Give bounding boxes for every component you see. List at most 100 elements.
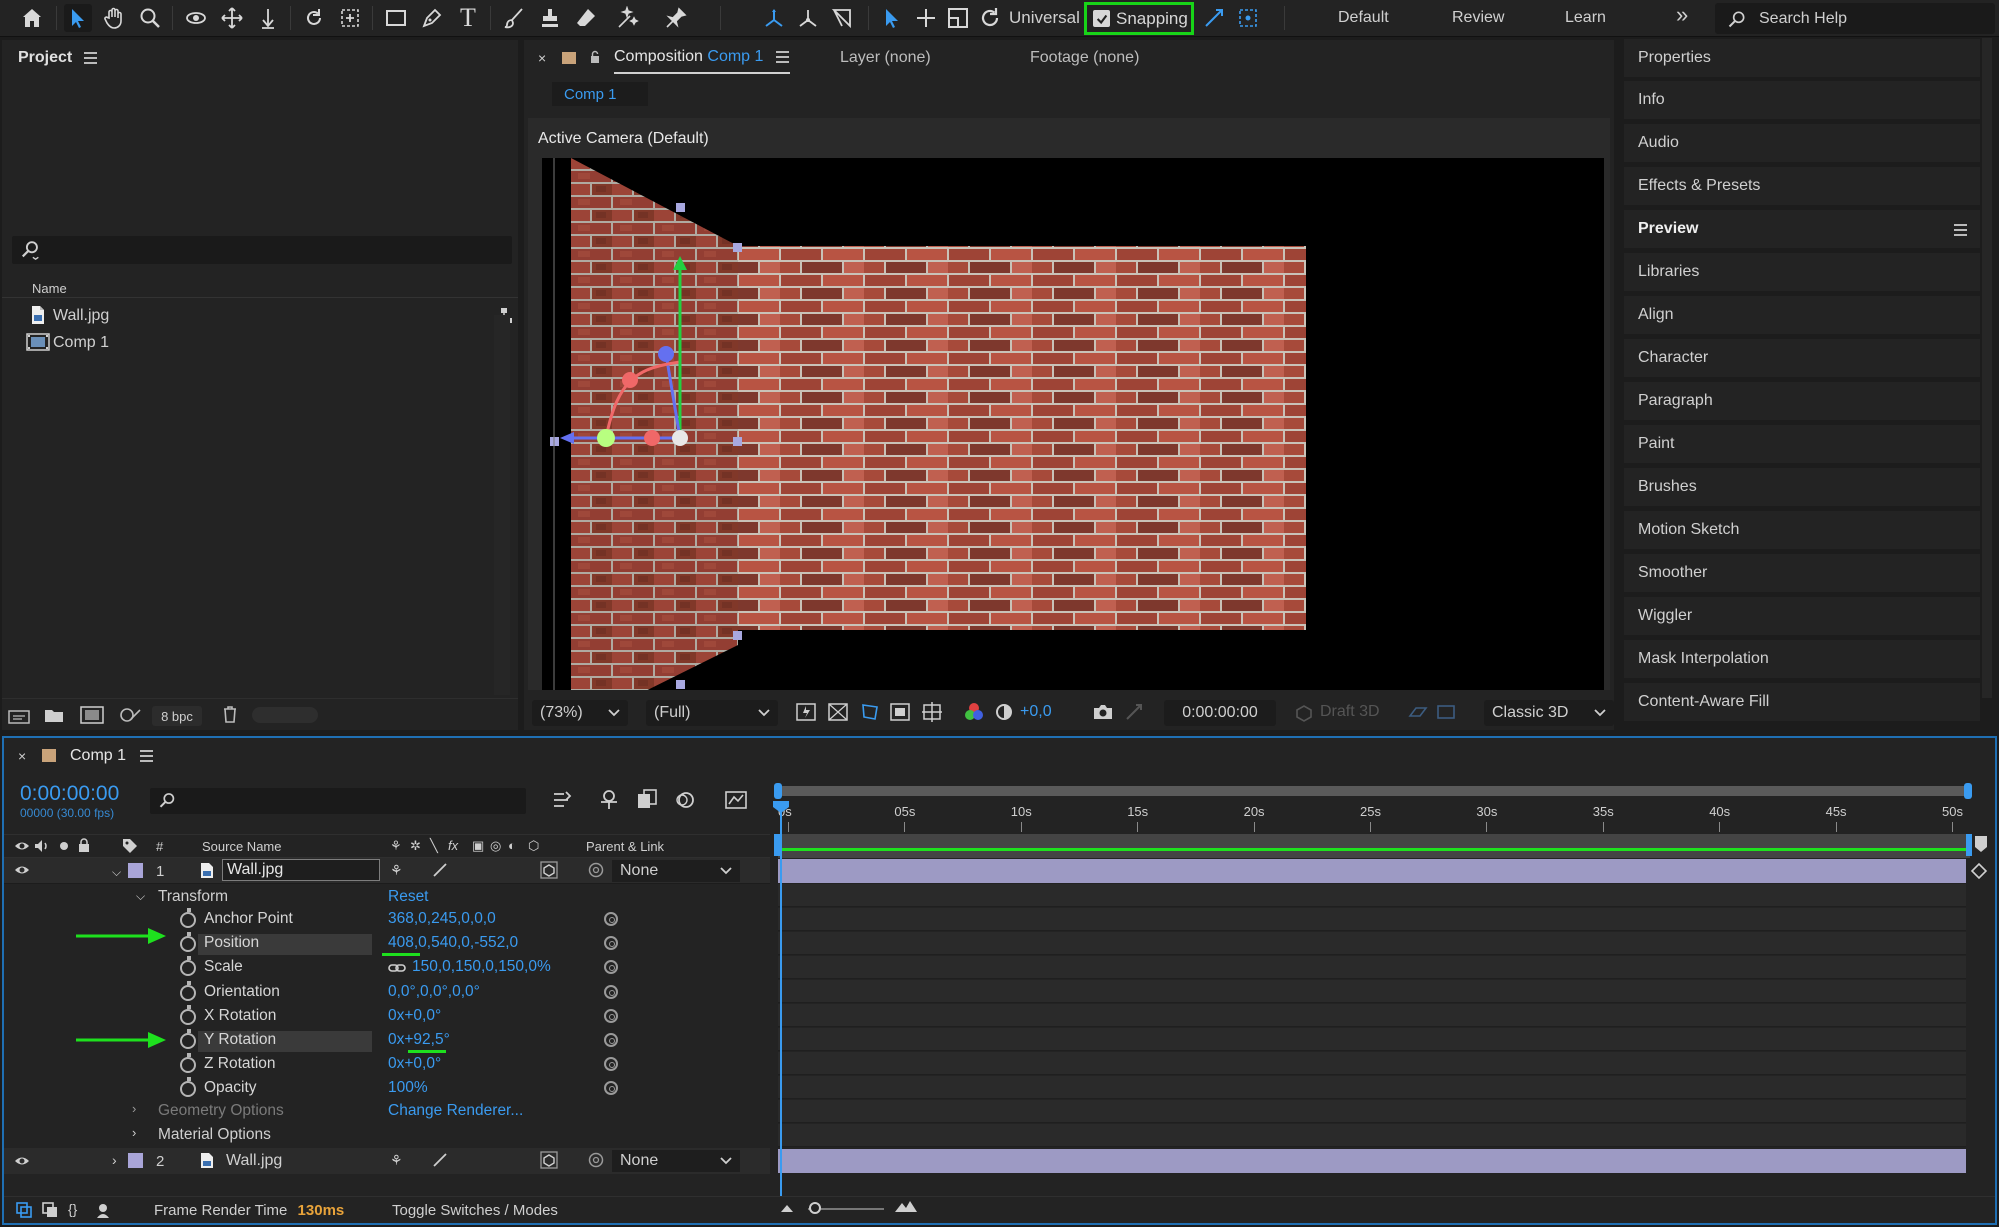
lock-icon[interactable]: [590, 50, 600, 64]
toggle-switches-modes-button[interactable]: Toggle Switches / Modes: [392, 1202, 558, 1219]
grid-guides-icon[interactable]: [922, 702, 942, 722]
search-help-field[interactable]: Search Help: [1715, 3, 1995, 34]
puppet-pin-tool-icon[interactable]: [662, 4, 690, 32]
video-visibility-icon[interactable]: [14, 839, 30, 853]
solo-icon[interactable]: [60, 842, 68, 850]
property-value-text[interactable]: +92,5°: [404, 1031, 449, 1048]
new-folder-icon[interactable]: [44, 707, 64, 723]
switches-header-icons[interactable]: ⚘ ✲ ╲ fx ▣ ◎ ◐ ⬡: [390, 838, 550, 854]
clone-stamp-tool-icon[interactable]: [536, 4, 564, 32]
layer-1-duration-bar[interactable]: [778, 859, 1966, 883]
move-tool-icon[interactable]: [912, 4, 940, 32]
expression-pickwhip-icon[interactable]: [604, 912, 618, 926]
property-name[interactable]: Opacity: [198, 1079, 263, 1097]
property-track-row[interactable]: [778, 1100, 1966, 1123]
lock-column-icon[interactable]: [78, 838, 90, 852]
bpc-indicator[interactable]: 8 bpc: [152, 706, 202, 726]
motion-blur-icon[interactable]: [674, 788, 696, 810]
stopwatch-icon[interactable]: [180, 1029, 196, 1049]
expression-pickwhip-icon[interactable]: [604, 960, 618, 974]
draft-3d-icon[interactable]: [1294, 702, 1314, 722]
snapping-toggle[interactable]: Snapping: [1084, 2, 1194, 35]
label-tag-icon[interactable]: [122, 838, 138, 854]
stopwatch-icon[interactable]: [180, 932, 196, 952]
layer-1-parent-dropdown[interactable]: None: [612, 860, 740, 882]
property-track-row[interactable]: [778, 1004, 1966, 1027]
viewer-menu-icon[interactable]: [776, 51, 789, 63]
exposure-value[interactable]: +0,0: [1020, 703, 1052, 721]
layer-2-shy-switch-icon[interactable]: ⚘: [390, 1152, 403, 1169]
column-source-name[interactable]: Source Name: [202, 839, 281, 854]
composition-flowchart-icon[interactable]: [552, 790, 574, 810]
comp-marker-bin-icon[interactable]: [1974, 835, 1988, 853]
property-name[interactable]: Position: [198, 934, 372, 955]
playhead-handle-icon[interactable]: [772, 800, 790, 814]
project-item-wall-jpg[interactable]: Wall.jpg: [53, 307, 109, 325]
property-value-text[interactable]: +0,0°: [404, 1055, 441, 1072]
right-panel-scrollbar[interactable]: [1982, 38, 1992, 698]
layer-1-collapse-chevron-icon[interactable]: ⌵: [112, 865, 121, 880]
interpret-footage-icon[interactable]: [8, 708, 30, 724]
shy-layers-icon[interactable]: [598, 788, 620, 810]
close-timeline-tab-icon[interactable]: ×: [18, 748, 26, 764]
property-value-text[interactable]: 100%: [388, 1079, 428, 1096]
layer-1-shy-switch-icon[interactable]: ⚘: [390, 862, 403, 879]
geometry-expand-chevron-icon[interactable]: ›: [132, 1101, 136, 1116]
expression-pickwhip-icon[interactable]: [604, 1081, 618, 1095]
property-track-row[interactable]: [778, 932, 1966, 955]
property-revolutions[interactable]: 0x: [388, 1007, 404, 1024]
property-value[interactable]: 100%: [388, 1079, 428, 1097]
draft-3d-label[interactable]: Draft 3D: [1320, 703, 1380, 721]
layer-2-quality-switch-icon[interactable]: [432, 1152, 448, 1168]
project-panel-title[interactable]: Project: [18, 49, 72, 67]
project-item-comp-1[interactable]: Comp 1: [53, 334, 109, 352]
stopwatch-icon[interactable]: [180, 1077, 196, 1097]
transform-collapse-chevron-icon[interactable]: ⌵: [136, 889, 145, 904]
property-revolutions[interactable]: 0x: [388, 1055, 404, 1072]
property-value-text[interactable]: +0,0°: [404, 1007, 441, 1024]
render-time-pane-icon[interactable]: [96, 1202, 114, 1218]
selection-tool-icon[interactable]: [64, 4, 92, 32]
audio-icon[interactable]: [34, 839, 50, 853]
in-out-pane-icon[interactable]: {}: [68, 1201, 86, 1219]
snap-features-icon[interactable]: [1234, 4, 1262, 32]
preview-menu-icon[interactable]: [1954, 224, 1967, 236]
roto-brush-tool-icon[interactable]: [614, 4, 642, 32]
property-value-text[interactable]: 408,0,540,0,-552,0: [388, 934, 518, 951]
property-name[interactable]: Y Rotation: [198, 1031, 372, 1052]
dolly-camera-icon[interactable]: [254, 4, 282, 32]
panel-libraries[interactable]: Libraries: [1624, 253, 1980, 291]
panel-wiggler[interactable]: Wiggler: [1624, 597, 1980, 635]
region-of-interest-icon[interactable]: [890, 702, 910, 722]
hand-tool-icon[interactable]: [100, 4, 128, 32]
show-snapshot-icon[interactable]: [1124, 702, 1144, 722]
property-track-row[interactable]: [778, 1028, 1966, 1051]
viewer-canvas-area[interactable]: Active Camera (Default): [528, 118, 1610, 690]
property-value[interactable]: 150,0,150,0,150,0%: [412, 958, 551, 976]
playhead-line[interactable]: [780, 806, 782, 1196]
resolution-dropdown[interactable]: (Full): [646, 700, 778, 726]
reset-exposure-icon[interactable]: [994, 702, 1014, 722]
orbit-camera-icon[interactable]: [182, 4, 210, 32]
layer-2-label-color[interactable]: [128, 1153, 143, 1168]
expression-pickwhip-icon[interactable]: [604, 936, 618, 950]
snap-edges-icon[interactable]: [1200, 4, 1228, 32]
panel-paint[interactable]: Paint: [1624, 425, 1980, 463]
panel-info[interactable]: Info: [1624, 81, 1980, 119]
pan-camera-icon[interactable]: [218, 4, 246, 32]
work-area-bar[interactable]: [778, 786, 1970, 796]
home-icon[interactable]: [18, 4, 46, 32]
rotate-tool-icon[interactable]: [976, 4, 1004, 32]
layer-1-marker-icon[interactable]: [1970, 862, 1988, 880]
property-value-text[interactable]: 150,0,150,0,150,0%: [412, 958, 551, 975]
view-axis-mode-icon[interactable]: [828, 4, 856, 32]
constrain-proportions-link-icon[interactable]: [388, 961, 406, 973]
property-value[interactable]: 0x+92,5°: [388, 1031, 450, 1049]
property-track-row[interactable]: [778, 1076, 1966, 1099]
work-area-start-handle[interactable]: [774, 783, 782, 799]
renderer-dropdown[interactable]: Classic 3D: [1484, 700, 1614, 726]
stopwatch-icon[interactable]: [180, 981, 196, 1001]
panel-properties[interactable]: Properties: [1624, 39, 1980, 77]
panel-audio[interactable]: Audio: [1624, 124, 1980, 162]
graph-editor-icon[interactable]: [724, 788, 748, 810]
